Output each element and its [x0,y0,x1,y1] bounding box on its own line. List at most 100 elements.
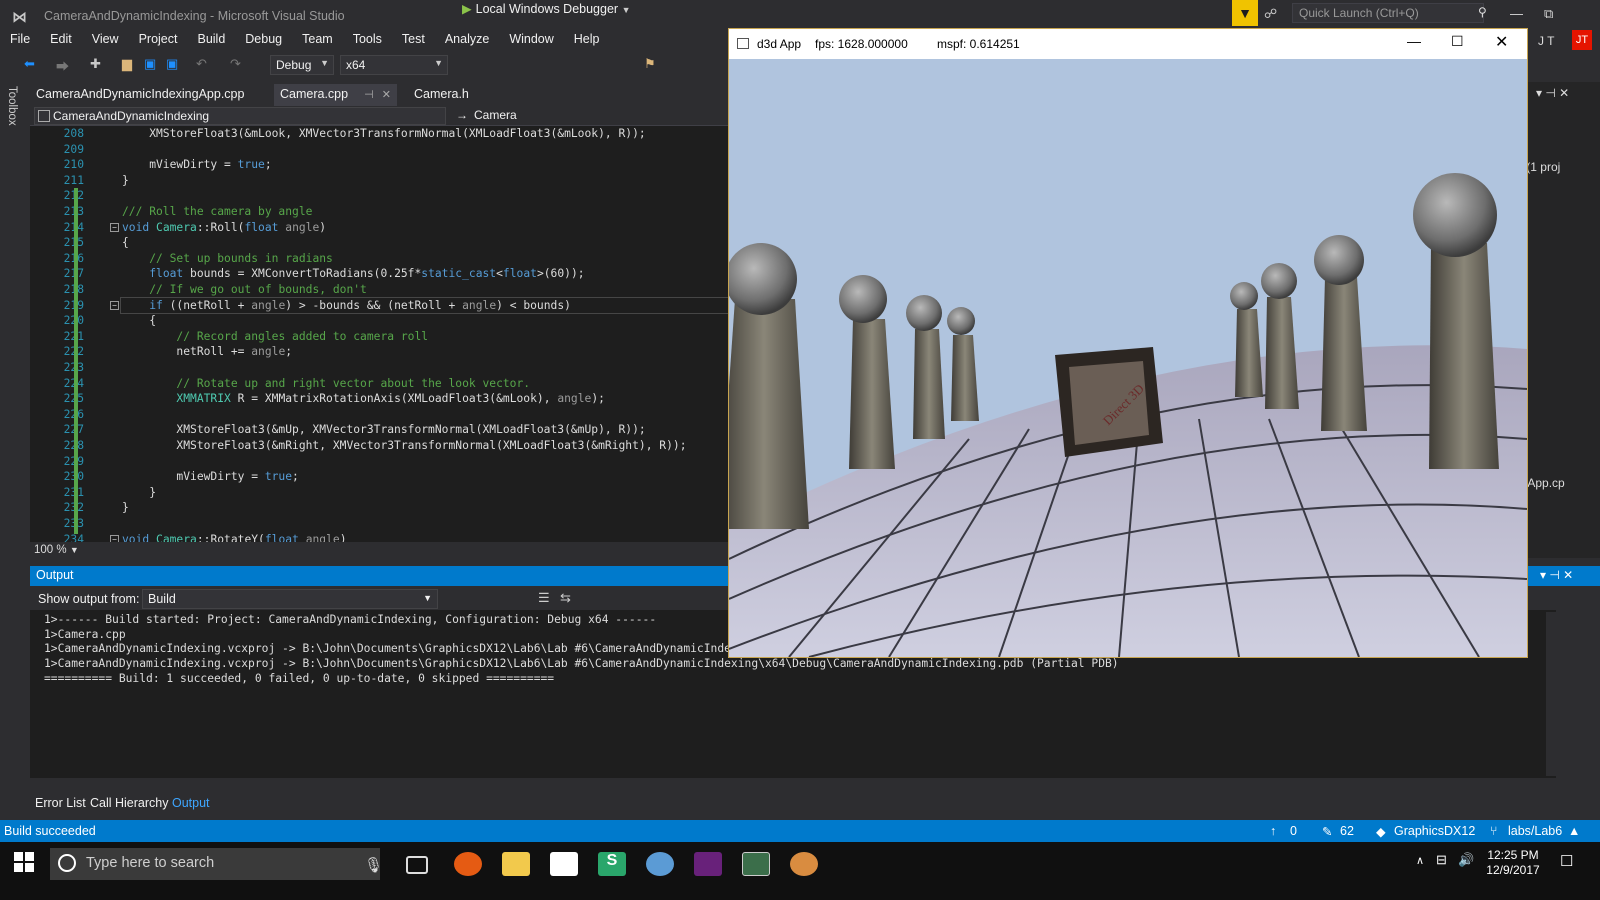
collapse-icon[interactable]: − [110,300,119,310]
app-icon[interactable] [646,852,674,876]
feedback-icon[interactable]: ☍ [1264,6,1277,22]
open-folder-icon[interactable]: ▆ [122,56,132,72]
menu-project[interactable]: Project [139,32,178,46]
maximize-icon[interactable]: ☐ [1451,33,1464,50]
search-icon[interactable]: ⚲ [1478,5,1487,19]
user-name[interactable]: J T [1538,34,1554,48]
configuration-dropdown[interactable]: Debug ▼ [270,55,334,75]
tab-camera-and-dynamic-indexing-app[interactable]: CameraAndDynamicIndexingApp.cpp [30,84,250,106]
clock[interactable]: 12:25 PM 12/9/2017 [1478,848,1548,878]
platform-dropdown[interactable]: x64 ▼ [340,55,448,75]
menu-edit[interactable]: Edit [50,32,72,46]
code-line[interactable]: 214 −void Camera::Roll(float angle) [30,220,730,236]
tab-error-list[interactable]: Error List [35,796,86,810]
code-line[interactable]: 218 // If we go out of bounds, don't [30,282,730,298]
menu-window[interactable]: Window [509,32,553,46]
back-icon[interactable]: ⬅ [24,56,35,72]
code-line[interactable]: 216 // Set up bounds in radians [30,251,730,267]
redo-icon[interactable]: ↷ [230,56,241,72]
save-all-icon[interactable]: ▣ [166,56,178,72]
code-line[interactable]: 233 [30,516,730,532]
quick-launch-input[interactable]: Quick Launch (Ctrl+Q) [1292,3,1484,23]
tab-output[interactable]: Output [172,796,210,810]
code-line[interactable]: 213 /// Roll the camera by angle [30,204,730,220]
up-arrow-icon[interactable]: ↑ [1270,824,1276,838]
microphone-icon[interactable]: 🎙 [364,856,383,874]
output-source-dropdown[interactable]: Build ▼ [142,589,438,609]
code-line[interactable]: 217 float bounds = XMConvertToRadians(0.… [30,266,730,282]
output-horizontal-scrollbar[interactable] [30,778,1556,792]
code-line[interactable]: 228 XMStoreFloat3(&mRight, XMVector3Tran… [30,438,730,454]
repository-icon[interactable]: ◆ [1376,824,1386,839]
minimize-icon[interactable]: — [1510,6,1523,21]
menu-view[interactable]: View [92,32,119,46]
menu-build[interactable]: Build [197,32,225,46]
output-close-icon[interactable]: ▾ ⊣ ✕ [1540,568,1573,582]
branch-icon[interactable]: ⑂ [1490,824,1498,838]
paint-icon[interactable] [790,852,818,876]
windows-start-icon[interactable] [14,852,34,872]
tab-camera-cpp[interactable]: Camera.cpp ⊣ ✕ [274,84,397,106]
clear-all-icon[interactable]: ☰ [538,590,550,606]
code-line[interactable]: 223 [30,360,730,376]
restore-icon[interactable]: ⧉ [1544,6,1553,22]
minimize-icon[interactable]: — [1407,33,1421,49]
volume-icon[interactable]: 🔊 [1458,852,1474,868]
close-icon[interactable]: ✕ [1495,32,1508,52]
find-in-files-icon[interactable]: ⚑ [644,56,656,72]
collapse-icon[interactable]: − [110,222,119,232]
panel-close-icon[interactable]: ▾ ⊣ ✕ [1536,86,1569,100]
code-line[interactable]: 227 XMStoreFloat3(&mUp, XMVector3Transfo… [30,422,730,438]
3d-render-viewport[interactable]: Direct 3D [729,59,1527,657]
code-line[interactable]: 211} [30,173,730,189]
save-icon[interactable]: ▣ [144,56,156,72]
network-icon[interactable]: ⊟ [1436,852,1447,868]
taskbar-search-input[interactable]: Type here to search [50,848,380,880]
word-wrap-icon[interactable]: ⇆ [560,590,571,606]
start-debugging-button[interactable]: ▶ Local Windows Debugger ▼ [462,1,630,16]
code-editor[interactable]: 208 XMStoreFloat3(&mLook, XMVector3Trans… [30,126,730,542]
chevron-up-icon[interactable]: ∧ [1416,854,1424,867]
pin-icon[interactable]: ⊣ [364,89,374,101]
avatar[interactable]: JT [1572,30,1592,50]
sway-icon[interactable]: S [598,852,626,876]
code-line[interactable]: 230 mViewDirty = true; [30,469,730,485]
menu-tools[interactable]: Tools [353,32,382,46]
zoom-level[interactable]: 100 % ▼ [30,542,730,560]
code-line[interactable]: 222 netRoll += angle; [30,344,730,360]
code-line[interactable]: 231 } [30,485,730,501]
code-line[interactable]: 221 // Record angles added to camera rol… [30,329,730,345]
code-line[interactable]: 220 { [30,313,730,329]
notification-filter-icon[interactable]: ▼ [1232,0,1258,26]
task-view-icon[interactable] [406,856,428,874]
code-line[interactable]: 210 mViewDirty = true; [30,157,730,173]
undo-icon[interactable]: ↶ [196,56,207,72]
code-line[interactable]: 208 XMStoreFloat3(&mLook, XMVector3Trans… [30,126,730,142]
repository-name[interactable]: GraphicsDX12 [1394,824,1475,838]
code-line[interactable]: 209 [30,142,730,158]
code-line[interactable]: 224 // Rotate up and right vector about … [30,376,730,392]
code-line[interactable]: 212 [30,188,730,204]
code-line[interactable]: 225 XMMATRIX R = XMMatrixRotationAxis(XM… [30,391,730,407]
project-dropdown[interactable]: CameraAndDynamicIndexing [34,107,446,125]
notification-icon[interactable]: ☐ [1560,852,1573,870]
changes-count[interactable]: 62 [1340,824,1354,838]
unpushed-count[interactable]: 0 [1290,824,1297,838]
tab-camera-h[interactable]: Camera.h [408,84,475,106]
toolbox-tab[interactable]: Toolbox [6,86,18,126]
code-line[interactable]: 215 { [30,235,730,251]
pencil-icon[interactable]: ✎ [1322,824,1332,839]
collapse-icon[interactable]: − [110,534,119,542]
visual-studio-icon[interactable] [694,852,722,876]
code-line[interactable]: 232} [30,500,730,516]
code-line[interactable]: 234 − void Camera::RotateY(float angle) [30,532,730,542]
menu-analyze[interactable]: Analyze [445,32,489,46]
code-line[interactable]: 229 [30,454,730,470]
d3d-app-icon[interactable] [742,852,770,876]
output-vertical-scrollbar[interactable] [1546,612,1560,776]
firefox-icon[interactable] [454,852,482,876]
menu-test[interactable]: Test [402,32,425,46]
file-explorer-icon[interactable] [502,852,530,876]
branch-name[interactable]: labs/Lab6 [1508,824,1562,838]
menu-debug[interactable]: Debug [245,32,282,46]
